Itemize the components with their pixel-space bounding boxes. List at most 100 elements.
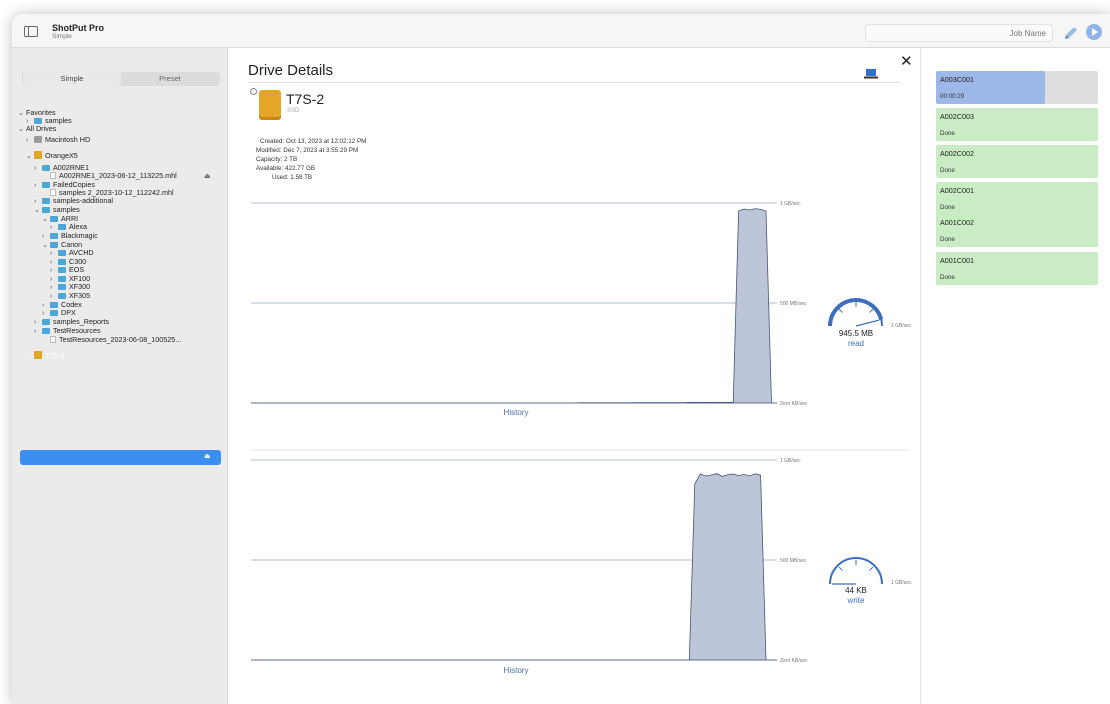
drive-icon xyxy=(34,151,42,159)
app-mode: Simple xyxy=(52,33,72,40)
job-queue: A003C001 00:00:29 A002C003 Done A002C002 Done… xyxy=(920,48,1110,704)
job-name: A002C001 xyxy=(940,186,974,195)
job-name: A001C002 xyxy=(940,218,974,227)
tree-item[interactable]: › Macintosh HD xyxy=(26,135,90,145)
history-charts xyxy=(251,202,909,661)
folder-icon xyxy=(58,292,66,299)
job-status: Done xyxy=(940,167,955,174)
read-gauge-tick xyxy=(869,308,874,313)
folder-icon xyxy=(42,327,50,334)
tree-item[interactable]: ⌄ All Drives xyxy=(18,124,56,134)
write-gauge-tick xyxy=(869,566,874,571)
tree-item-label: samples-additional xyxy=(53,196,113,205)
write-gauge xyxy=(829,557,883,585)
folder-icon xyxy=(58,275,66,282)
job-name: A002C003 xyxy=(940,112,974,121)
chevron-down-icon[interactable]: ⌄ xyxy=(18,125,26,135)
tree-item-label: DPX xyxy=(61,308,76,317)
folder-icon xyxy=(42,206,50,213)
job-item[interactable]: A002C001 Done xyxy=(936,182,1098,215)
job-item[interactable]: A003C001 00:00:29 xyxy=(936,71,1098,104)
job-status: Done xyxy=(940,274,955,281)
tree-item-label: Alexa xyxy=(69,222,87,231)
read-gauge-tick xyxy=(838,308,843,313)
chevron-down-icon[interactable]: ⌄ xyxy=(42,215,50,225)
tree-item-label: AVCHD xyxy=(69,248,94,257)
tree-item[interactable]: › T7S-2 xyxy=(26,351,65,361)
tree-item-label: A002RNE1_2023-06-12_113225.mhl xyxy=(59,171,177,180)
chevron-right-icon[interactable]: › xyxy=(34,327,42,337)
chevron-down-icon[interactable]: ⌄ xyxy=(42,241,50,251)
read-gauge-needle xyxy=(855,319,880,327)
eject-icon[interactable]: ⏏ xyxy=(204,452,211,460)
tree-item[interactable]: TestResources_2023-06-08_100525... xyxy=(42,335,181,345)
job-item[interactable]: A001C001 Done xyxy=(936,252,1098,285)
start-job-button[interactable] xyxy=(1086,24,1102,40)
write-history-area xyxy=(251,473,777,661)
folder-icon xyxy=(50,309,58,316)
write-gauge-tick xyxy=(838,566,843,571)
sidebar: Simple Preset ⌄ Favorites › samples ⌄ All Dri… xyxy=(12,48,228,704)
chevron-down-icon[interactable]: ⌄ xyxy=(34,206,42,216)
folder-icon xyxy=(58,283,66,290)
title-bar: ShotPut Pro Simple xyxy=(12,14,1110,48)
file-icon xyxy=(50,336,56,343)
chevron-down-icon[interactable]: ⌄ xyxy=(18,109,26,119)
folder-icon xyxy=(58,258,66,265)
tree-item[interactable]: ⌄ OrangeX5 xyxy=(26,151,78,161)
tree-item-label: samples xyxy=(53,205,80,214)
chevron-right-icon[interactable]: › xyxy=(26,352,34,362)
job-name: A002C002 xyxy=(940,149,974,158)
tree-item-label: samples_Reports xyxy=(53,317,109,326)
tree-item-label: EOS xyxy=(69,265,85,274)
tree-item-label: T7S-2 xyxy=(45,351,65,360)
job-status: Done xyxy=(940,204,955,211)
app-title: ShotPut Pro xyxy=(52,23,104,33)
folder-icon xyxy=(50,301,58,308)
read-value: 945.5 MB xyxy=(838,329,874,338)
app-window: ShotPut Pro Simple Simple Preset ⌄Favori… xyxy=(12,14,1110,704)
job-item[interactable]: A002C002 Done xyxy=(936,145,1098,178)
folder-icon xyxy=(50,232,58,239)
chevron-right-icon[interactable]: › xyxy=(34,164,42,174)
chevron-down-icon[interactable]: ⌄ xyxy=(26,152,34,162)
folder-icon xyxy=(42,318,50,325)
chevron-right-icon[interactable]: › xyxy=(26,136,34,146)
file-icon xyxy=(50,172,56,179)
tree-item-label: XF300 xyxy=(69,282,91,291)
job-item[interactable]: A002C003 Done xyxy=(936,108,1098,141)
job-name: A003C001 xyxy=(940,75,974,84)
tree-item-label: All Drives xyxy=(26,124,57,133)
job-name: A001C001 xyxy=(940,256,974,265)
pencil-icon[interactable] xyxy=(1062,24,1080,42)
read-label: read xyxy=(847,339,864,348)
segment-preset[interactable]: Preset xyxy=(121,72,219,86)
folder-icon xyxy=(50,241,58,248)
folder-icon xyxy=(58,249,66,256)
job-name-input[interactable] xyxy=(865,24,1053,42)
segment-simple[interactable]: Simple xyxy=(23,72,121,86)
mode-segmented-control: Simple Preset xyxy=(22,72,220,86)
folder-icon xyxy=(58,266,66,273)
folder-icon xyxy=(50,215,58,222)
tree-item-label: TestResources xyxy=(53,326,101,335)
write-gauge-max: 1 GB/sec xyxy=(891,580,912,586)
folder-icon xyxy=(42,197,50,204)
sidebar-toggle-icon[interactable] xyxy=(24,26,38,37)
job-status: Done xyxy=(940,130,955,137)
read-history-area xyxy=(251,208,777,404)
write-value: 44 KB xyxy=(845,586,867,595)
eject-icon[interactable]: ⏏ xyxy=(204,172,211,180)
tree-item-label: OrangeX5 xyxy=(45,151,78,160)
drive-details-panel: Drive Details ✕ T7S-2 SSD Created: Oct 1… xyxy=(229,48,919,704)
folder-icon xyxy=(34,117,42,124)
folder-icon xyxy=(58,223,66,230)
drive-icon xyxy=(34,351,42,359)
write-label: write xyxy=(847,596,865,605)
selected-row-highlight xyxy=(20,450,221,465)
folder-icon xyxy=(42,164,50,171)
tree-item-label: Blackmagic xyxy=(61,231,98,240)
chevron-right-icon[interactable]: › xyxy=(34,181,42,191)
job-item[interactable]: A001C002 Done xyxy=(936,214,1098,247)
folder-icon xyxy=(42,181,50,188)
